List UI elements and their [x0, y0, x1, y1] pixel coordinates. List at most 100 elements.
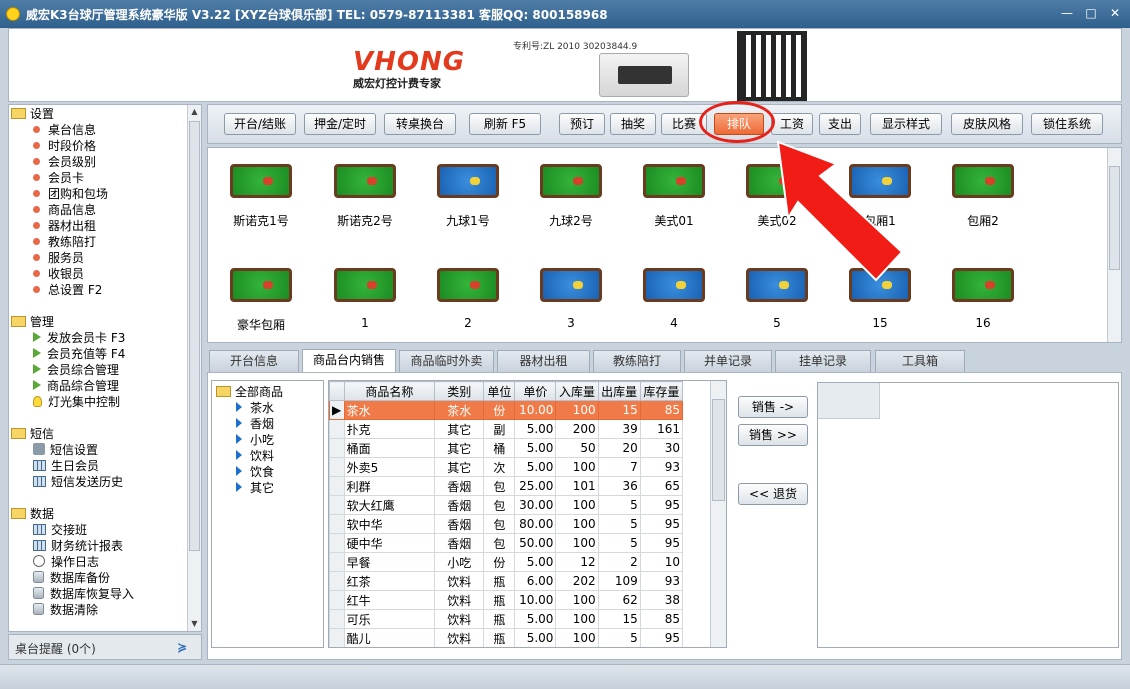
- toolbar-button[interactable]: 刷新 F5: [469, 113, 541, 135]
- sell-one-button[interactable]: 销售 ->: [738, 396, 808, 418]
- sidebar-item[interactable]: 桌台信息: [11, 121, 108, 137]
- sidebar-item[interactable]: 会员卡: [11, 169, 108, 185]
- sidebar-item[interactable]: 操作日志: [11, 553, 134, 569]
- toolbar-button[interactable]: 预订: [559, 113, 605, 135]
- billiard-table-label[interactable]: 5: [727, 316, 827, 330]
- category-root[interactable]: 全部商品: [212, 383, 323, 399]
- sidebar-item[interactable]: 总设置 F2: [11, 281, 108, 297]
- category-item[interactable]: 小吃: [212, 431, 323, 447]
- sell-all-button[interactable]: 销售 >>: [738, 424, 808, 446]
- category-item[interactable]: 茶水: [212, 399, 323, 415]
- billiard-table-icon[interactable]: [643, 164, 705, 198]
- toolbar-button[interactable]: 开台/结账: [224, 113, 296, 135]
- sidebar-item[interactable]: 收银员: [11, 265, 108, 281]
- scroll-down-icon[interactable]: ▼: [188, 617, 201, 631]
- billiard-table-icon[interactable]: [437, 164, 499, 198]
- scroll-thumb[interactable]: [712, 399, 725, 501]
- toolbar-button[interactable]: 抽奖: [610, 113, 656, 135]
- sidebar-item[interactable]: 商品综合管理: [11, 377, 125, 393]
- toolbar-button[interactable]: 锁住系统: [1031, 113, 1103, 135]
- billiard-table-label[interactable]: 1: [315, 316, 415, 330]
- sidebar-item[interactable]: 会员级别: [11, 153, 108, 169]
- sidebar-item[interactable]: 会员综合管理: [11, 361, 125, 377]
- billiard-table-icon[interactable]: [334, 268, 396, 302]
- billiard-table-label[interactable]: 美式01: [624, 212, 724, 229]
- table-row[interactable]: 利群 香烟包 25.00 101 36 65: [329, 476, 684, 496]
- billiard-table-icon[interactable]: [334, 164, 396, 198]
- billiard-table-label[interactable]: 豪华包厢: [211, 316, 311, 333]
- table-row[interactable]: ▶ 茶水 茶水份 10.00 100 15 85: [329, 400, 684, 420]
- tab[interactable]: 并单记录: [684, 350, 772, 372]
- table-row[interactable]: 硬中华 香烟包 50.00 100 5 95: [329, 533, 684, 553]
- chevron-up-icon[interactable]: ≽: [177, 640, 187, 654]
- sidebar-item[interactable]: 数据库备份: [11, 569, 134, 585]
- column-header[interactable]: 单位: [483, 381, 516, 401]
- sidebar-item[interactable]: 商品信息: [11, 201, 108, 217]
- toolbar-button[interactable]: 皮肤风格: [951, 113, 1023, 135]
- table-row[interactable]: 外卖5 其它次 5.00 100 7 93: [329, 457, 684, 477]
- tab[interactable]: 商品临时外卖: [399, 350, 494, 372]
- table-reminder-bar[interactable]: 桌台提醒 (0个) ≽: [8, 634, 202, 660]
- sidebar-item[interactable]: 短信设置: [11, 441, 123, 457]
- category-item[interactable]: 饮食: [212, 463, 323, 479]
- column-header[interactable]: 单价: [514, 381, 557, 401]
- scroll-thumb[interactable]: [189, 121, 200, 551]
- billiard-table-icon[interactable]: [643, 268, 705, 302]
- billiard-table-label[interactable]: 3: [521, 316, 621, 330]
- billiard-table-icon[interactable]: [230, 268, 292, 302]
- sidebar-item[interactable]: 教练陪打: [11, 233, 108, 249]
- billiard-table-icon[interactable]: [437, 268, 499, 302]
- category-item[interactable]: 香烟: [212, 415, 323, 431]
- minimize-button[interactable]: —: [1058, 5, 1076, 21]
- sidebar-item[interactable]: 数据清除: [11, 601, 134, 617]
- toolbar-button[interactable]: 转桌换台: [384, 113, 456, 135]
- column-header[interactable]: 入库量: [555, 381, 599, 401]
- toolbar-button[interactable]: 支出: [819, 113, 861, 135]
- toolbar-button[interactable]: 工资: [771, 113, 813, 135]
- billiard-table-icon[interactable]: [952, 164, 1014, 198]
- maximize-button[interactable]: □: [1082, 5, 1100, 21]
- tab[interactable]: 商品台内销售: [302, 349, 396, 373]
- billiard-table-label[interactable]: 2: [418, 316, 518, 330]
- sidebar-item[interactable]: 财务统计报表: [11, 537, 134, 553]
- billiard-table-label[interactable]: 九球2号: [521, 212, 621, 229]
- return-button[interactable]: << 退货: [738, 483, 808, 505]
- category-item[interactable]: 其它: [212, 479, 323, 495]
- category-item[interactable]: 饮料: [212, 447, 323, 463]
- table-row[interactable]: 软中华 香烟包 80.00 100 5 95: [329, 514, 684, 534]
- scroll-up-icon[interactable]: ▲: [188, 105, 201, 119]
- sidebar-item[interactable]: 灯光集中控制: [11, 393, 125, 409]
- billiard-table-label[interactable]: 4: [624, 316, 724, 330]
- billiard-table-label[interactable]: 斯诺克1号: [211, 212, 311, 229]
- column-header[interactable]: 出库量: [597, 381, 641, 401]
- sidebar-item[interactable]: 会员充值等 F4: [11, 345, 125, 361]
- tab[interactable]: 工具箱: [875, 350, 965, 372]
- billiard-table-icon[interactable]: [540, 164, 602, 198]
- table-row[interactable]: 红牛 饮料瓶 10.00 100 62 38: [329, 590, 684, 610]
- sidebar-item[interactable]: 短信发送历史: [11, 473, 123, 489]
- sidebar-item[interactable]: 服务员: [11, 249, 108, 265]
- billiard-table-icon[interactable]: [952, 268, 1014, 302]
- billiard-table-label[interactable]: 九球1号: [418, 212, 518, 229]
- sidebar-scrollbar[interactable]: ▲ ▼: [187, 105, 201, 631]
- sidebar-group-header[interactable]: 管理: [11, 313, 125, 329]
- table-row[interactable]: 早餐 小吃份 5.00 12 2 10: [329, 552, 684, 572]
- billiard-table-label[interactable]: 斯诺克2号: [315, 212, 415, 229]
- billiard-table-label[interactable]: 16: [933, 316, 1033, 330]
- sidebar-item[interactable]: 器材出租: [11, 217, 108, 233]
- sidebar-item[interactable]: 交接班: [11, 521, 134, 537]
- sidebar-item[interactable]: 团购和包场: [11, 185, 108, 201]
- tab[interactable]: 教练陪打: [593, 350, 681, 372]
- scroll-thumb[interactable]: [1109, 166, 1120, 270]
- column-header[interactable]: 库存量: [639, 381, 684, 401]
- sidebar-item[interactable]: 数据库恢复导入: [11, 585, 134, 601]
- sidebar-group-header[interactable]: 数据: [11, 505, 134, 521]
- toolbar-button[interactable]: 押金/定时: [304, 113, 376, 135]
- table-row[interactable]: 酷儿 饮料瓶 5.00 100 5 95: [329, 628, 684, 647]
- tab[interactable]: 器材出租: [497, 350, 590, 372]
- tab[interactable]: 开台信息: [209, 350, 299, 372]
- column-header[interactable]: 类别: [434, 381, 485, 401]
- table-row[interactable]: 桶面 其它桶 5.00 50 20 30: [329, 438, 684, 458]
- sidebar-group-header[interactable]: 短信: [11, 425, 123, 441]
- tiles-scrollbar[interactable]: [1107, 148, 1121, 342]
